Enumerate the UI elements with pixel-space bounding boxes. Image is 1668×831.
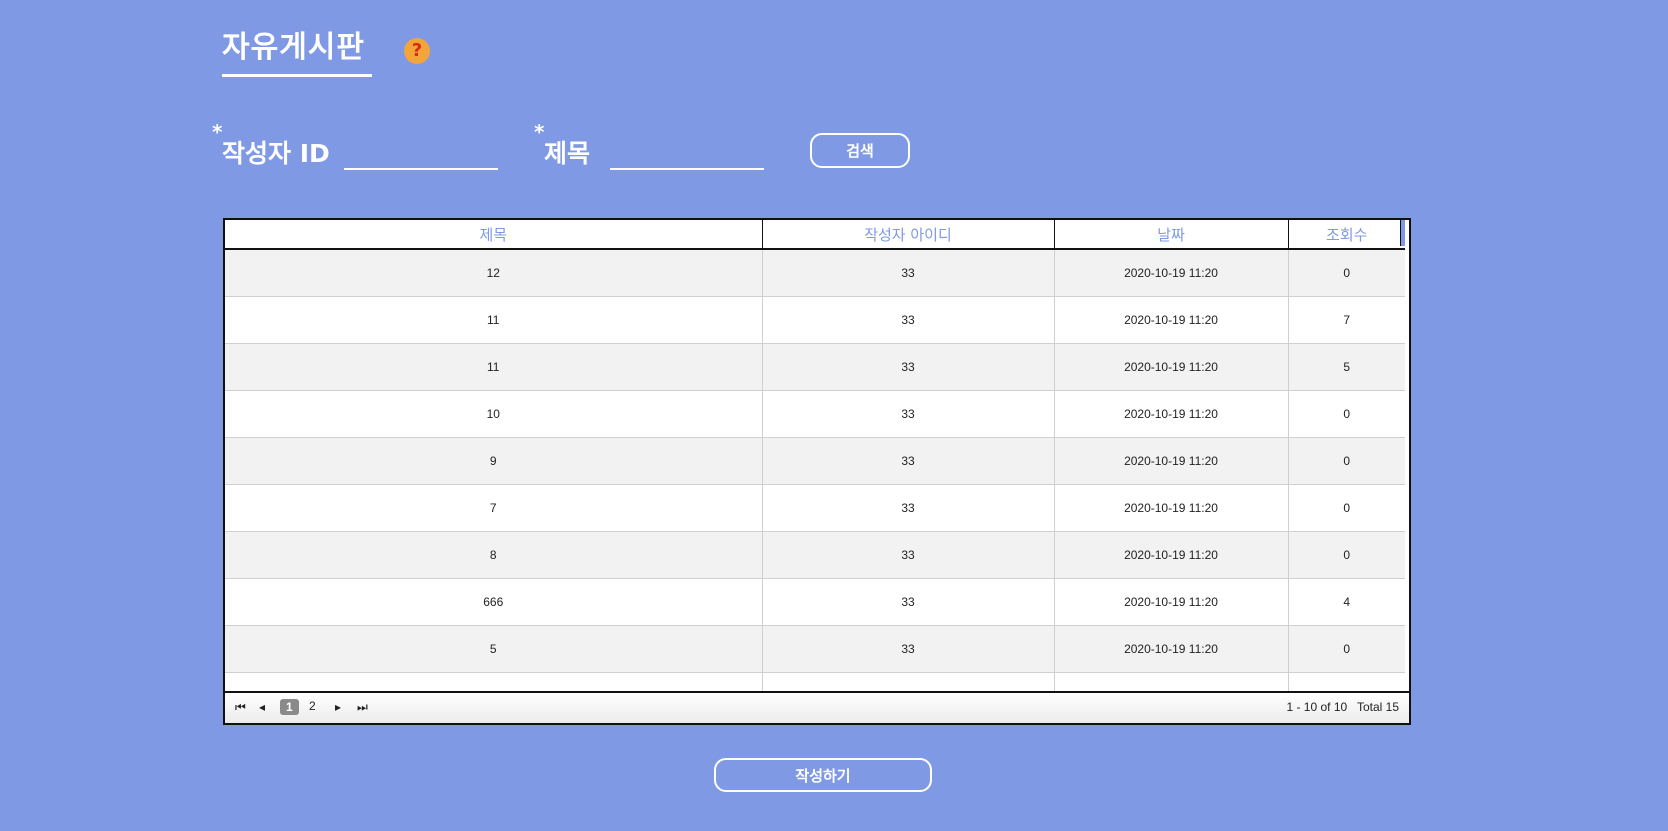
column-header-title[interactable]: 제목	[225, 220, 762, 250]
cell-date: 2020-10-19 11:20	[1053, 249, 1288, 297]
board-table: 제목 작성자 아이디 날짜 조회수 12 33 2020-10-19 11:20 0 11 33…	[225, 220, 1405, 720]
page-number-2[interactable]: 2	[309, 699, 316, 713]
cell-title: 7	[225, 484, 762, 532]
cell-date: 2020-10-19 11:20	[1053, 578, 1288, 626]
page-number-1[interactable]: 1	[280, 699, 299, 715]
column-header-author[interactable]: 작성자 아이디	[761, 220, 1054, 250]
scrollbar[interactable]	[1400, 220, 1405, 246]
required-marker: *	[212, 120, 223, 144]
author-id-input[interactable]	[344, 132, 498, 170]
cell-views: 0	[1287, 249, 1405, 297]
cell-author-id: 33	[761, 249, 1054, 297]
page-title: 자유게시판	[222, 22, 372, 77]
cell-date: 2020-10-19 11:20	[1053, 343, 1288, 391]
pager: ⏮ ◂ 1 2 ▸ ⏭ 1 - 10 of 10 Total 15	[225, 691, 1409, 723]
cell-title: 8	[225, 531, 762, 579]
cell-title: 666	[225, 578, 762, 626]
cell-views: 0	[1287, 531, 1405, 579]
cell-views: 0	[1287, 484, 1405, 532]
cell-author-id: 33	[761, 390, 1054, 438]
range-text: 1 - 10 of 10	[1286, 700, 1348, 714]
table-row[interactable]: 10 33 2020-10-19 11:20 0	[225, 390, 1405, 438]
cell-date: 2020-10-19 11:20	[1053, 390, 1288, 438]
cell-author-id: 33	[761, 343, 1054, 391]
table-row[interactable]: 12 33 2020-10-19 11:20 0	[225, 249, 1405, 297]
total-text: Total 15	[1356, 700, 1399, 714]
first-page-icon[interactable]: ⏮	[235, 700, 246, 715]
cell-title: 5	[225, 625, 762, 673]
write-button[interactable]: 작성하기	[714, 758, 932, 792]
table-row[interactable]: 11 33 2020-10-19 11:20 7	[225, 296, 1405, 344]
table-header: 제목 작성자 아이디 날짜 조회수	[225, 220, 1405, 250]
table-row[interactable]: 5 33 2020-10-19 11:20 0	[225, 625, 1405, 673]
cell-author-id: 33	[761, 625, 1054, 673]
search-button[interactable]: 검색	[810, 133, 910, 168]
help-icon[interactable]: ?	[404, 38, 430, 64]
cell-date: 2020-10-19 11:20	[1053, 484, 1288, 532]
cell-views: 0	[1287, 437, 1405, 485]
board-grid: 제목 작성자 아이디 날짜 조회수 12 33 2020-10-19 11:20 0 11 33…	[223, 218, 1411, 725]
next-page-icon[interactable]: ▸	[335, 700, 341, 714]
cell-views: 4	[1287, 578, 1405, 626]
cell-title: 11	[225, 343, 762, 391]
table-row[interactable]: 7 33 2020-10-19 11:20 0	[225, 484, 1405, 532]
column-header-date[interactable]: 날짜	[1053, 220, 1288, 250]
cell-author-id: 33	[761, 531, 1054, 579]
last-page-icon[interactable]: ⏭	[357, 700, 368, 715]
table-row[interactable]: 11 33 2020-10-19 11:20 5	[225, 343, 1405, 391]
cell-views: 0	[1287, 390, 1405, 438]
table-body: 12 33 2020-10-19 11:20 0 11 33 2020-10-19 11:2…	[225, 249, 1405, 720]
cell-author-id: 33	[761, 296, 1054, 344]
cell-date: 2020-10-19 11:20	[1053, 296, 1288, 344]
cell-title: 11	[225, 296, 762, 344]
cell-date: 2020-10-19 11:20	[1053, 437, 1288, 485]
pager-info: 1 - 10 of 10 Total 15	[1286, 700, 1399, 714]
cell-date: 2020-10-19 11:20	[1053, 625, 1288, 673]
cell-date: 2020-10-19 11:20	[1053, 531, 1288, 579]
prev-page-icon[interactable]: ◂	[259, 700, 265, 714]
title-label: 제목	[544, 139, 591, 168]
cell-views: 7	[1287, 296, 1405, 344]
table-row[interactable]: 666 33 2020-10-19 11:20 4	[225, 578, 1405, 626]
cell-author-id: 33	[761, 484, 1054, 532]
author-id-label: 작성자 ID	[222, 139, 330, 168]
cell-title: 12	[225, 249, 762, 297]
cell-views: 0	[1287, 625, 1405, 673]
title-wrap: 자유게시판	[222, 22, 372, 77]
cell-title: 9	[225, 437, 762, 485]
cell-title: 10	[225, 390, 762, 438]
required-marker: *	[534, 120, 545, 144]
cell-views: 5	[1287, 343, 1405, 391]
column-header-views[interactable]: 조회수	[1287, 220, 1405, 250]
table-row[interactable]: 9 33 2020-10-19 11:20 0	[225, 437, 1405, 485]
table-row[interactable]: 8 33 2020-10-19 11:20 0	[225, 531, 1405, 579]
cell-author-id: 33	[761, 578, 1054, 626]
cell-author-id: 33	[761, 437, 1054, 485]
title-input[interactable]	[610, 132, 764, 170]
